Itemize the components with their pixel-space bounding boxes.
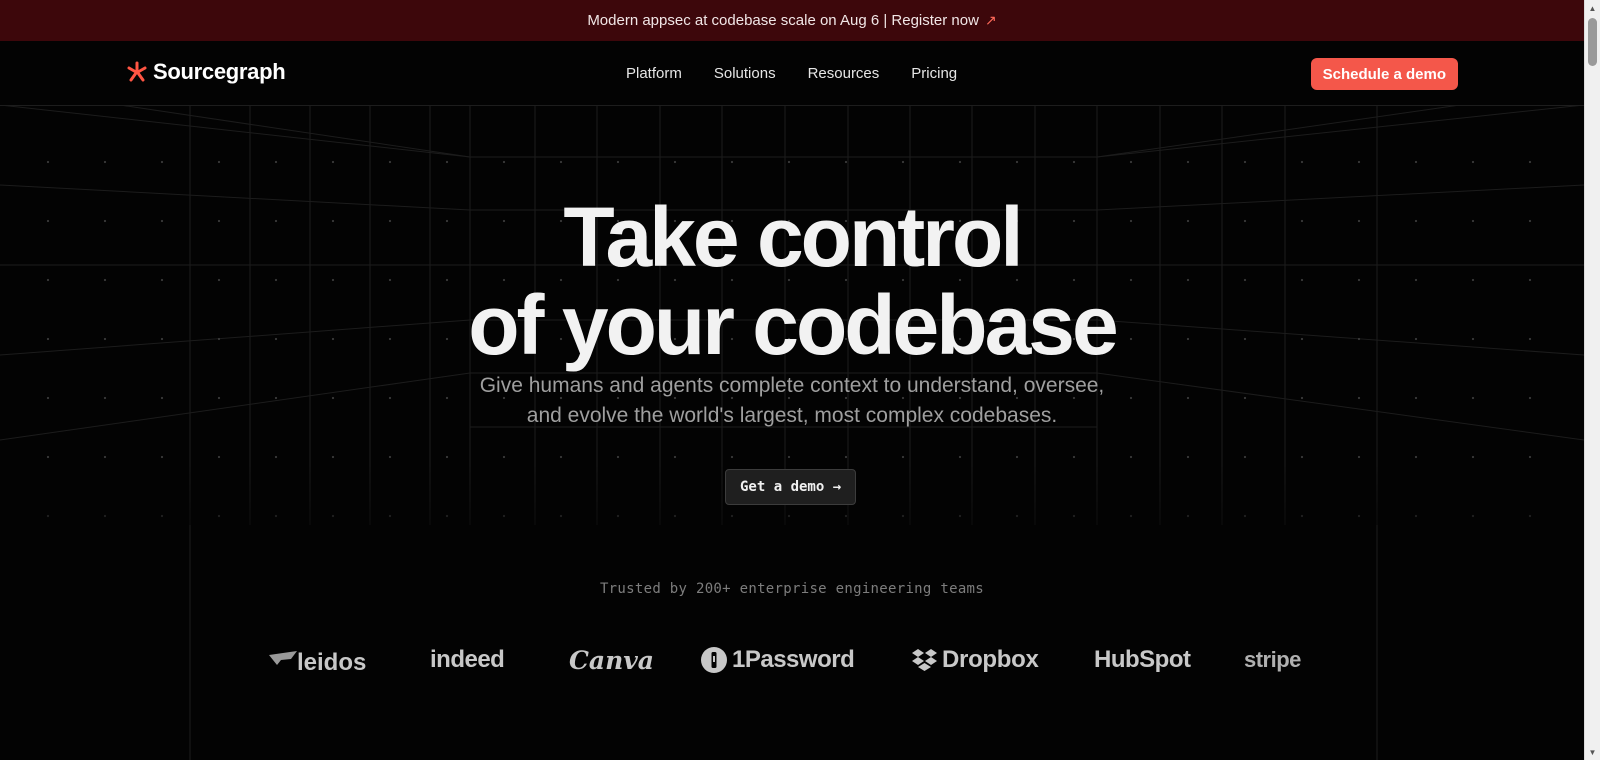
canva-logo: Canva [569,640,654,680]
stripe-logo: stripe [1244,640,1301,680]
indeed-logo-text: indeed [430,646,505,673]
sourcegraph-asterisk-icon [127,61,147,82]
arrow-up-right-icon: ↗ [984,12,997,28]
hero-subtitle-line-1: Give humans and agents complete context … [479,374,1105,397]
schedule-demo-button[interactable]: Schedule a demo [1310,58,1458,90]
page: Modern appsec at codebase scale on Aug 6… [0,0,1600,760]
triangle-down-icon[interactable]: ▼ [1585,744,1600,760]
banner-text[interactable]: Modern appsec at codebase scale on Aug 6… [587,12,979,29]
dropbox-logo: Dropbox [911,640,1039,680]
sourcegraph-logo[interactable]: Sourcegraph [125,59,286,85]
customer-logos: leidos indeed Canva 1Password Dropbox Hu… [0,640,1584,680]
scrollbar-thumb[interactable] [1588,18,1597,66]
triangle-up-icon[interactable]: ▲ [1585,0,1600,16]
leidos-wing-icon [269,651,297,665]
dropbox-logo-text: Dropbox [942,646,1039,673]
1password-logo-text: 1Password [732,646,855,673]
page-scrollbar[interactable]: ▲ ▼ [1584,0,1600,760]
hero-title-line-1: Take control [563,190,1023,284]
nav-item-resources[interactable]: Resources [808,65,880,82]
hero-title: Take control of your codebase [0,193,1584,369]
nav-item-solutions[interactable]: Solutions [714,65,776,82]
get-demo-button[interactable]: Get a demo → [725,469,857,505]
hero-subtitle: Give humans and agents complete context … [442,371,1142,431]
leidos-logo: leidos [267,640,366,680]
nav-item-pricing[interactable]: Pricing [911,65,957,82]
hero-subtitle-line-2: and evolve the world's largest, most com… [526,404,1058,427]
site-header: Sourcegraph Platform Solutions Resources… [0,41,1584,106]
canva-logo-text: Canva [569,645,654,675]
1password-logo: 1Password [700,640,855,680]
hubspot-logo-text: HubSpot [1094,646,1191,673]
leidos-logo-text: leidos [297,649,367,676]
indeed-logo: indeed [430,640,505,680]
nav-item-platform[interactable]: Platform [626,65,682,82]
hubspot-logo: HubSpot [1094,640,1191,680]
hero-title-line-2: of your codebase [468,278,1119,372]
announcement-banner[interactable]: Modern appsec at codebase scale on Aug 6… [0,0,1584,41]
trusted-by-text: Trusted by 200+ enterprise engineering t… [599,581,985,597]
stripe-logo-text: stripe [1244,647,1301,672]
1password-key-icon [701,647,727,673]
logo-text: Sourcegraph [153,59,286,84]
dropbox-box-icon [912,649,937,671]
main-nav: Platform Solutions Resources Pricing [626,41,957,105]
